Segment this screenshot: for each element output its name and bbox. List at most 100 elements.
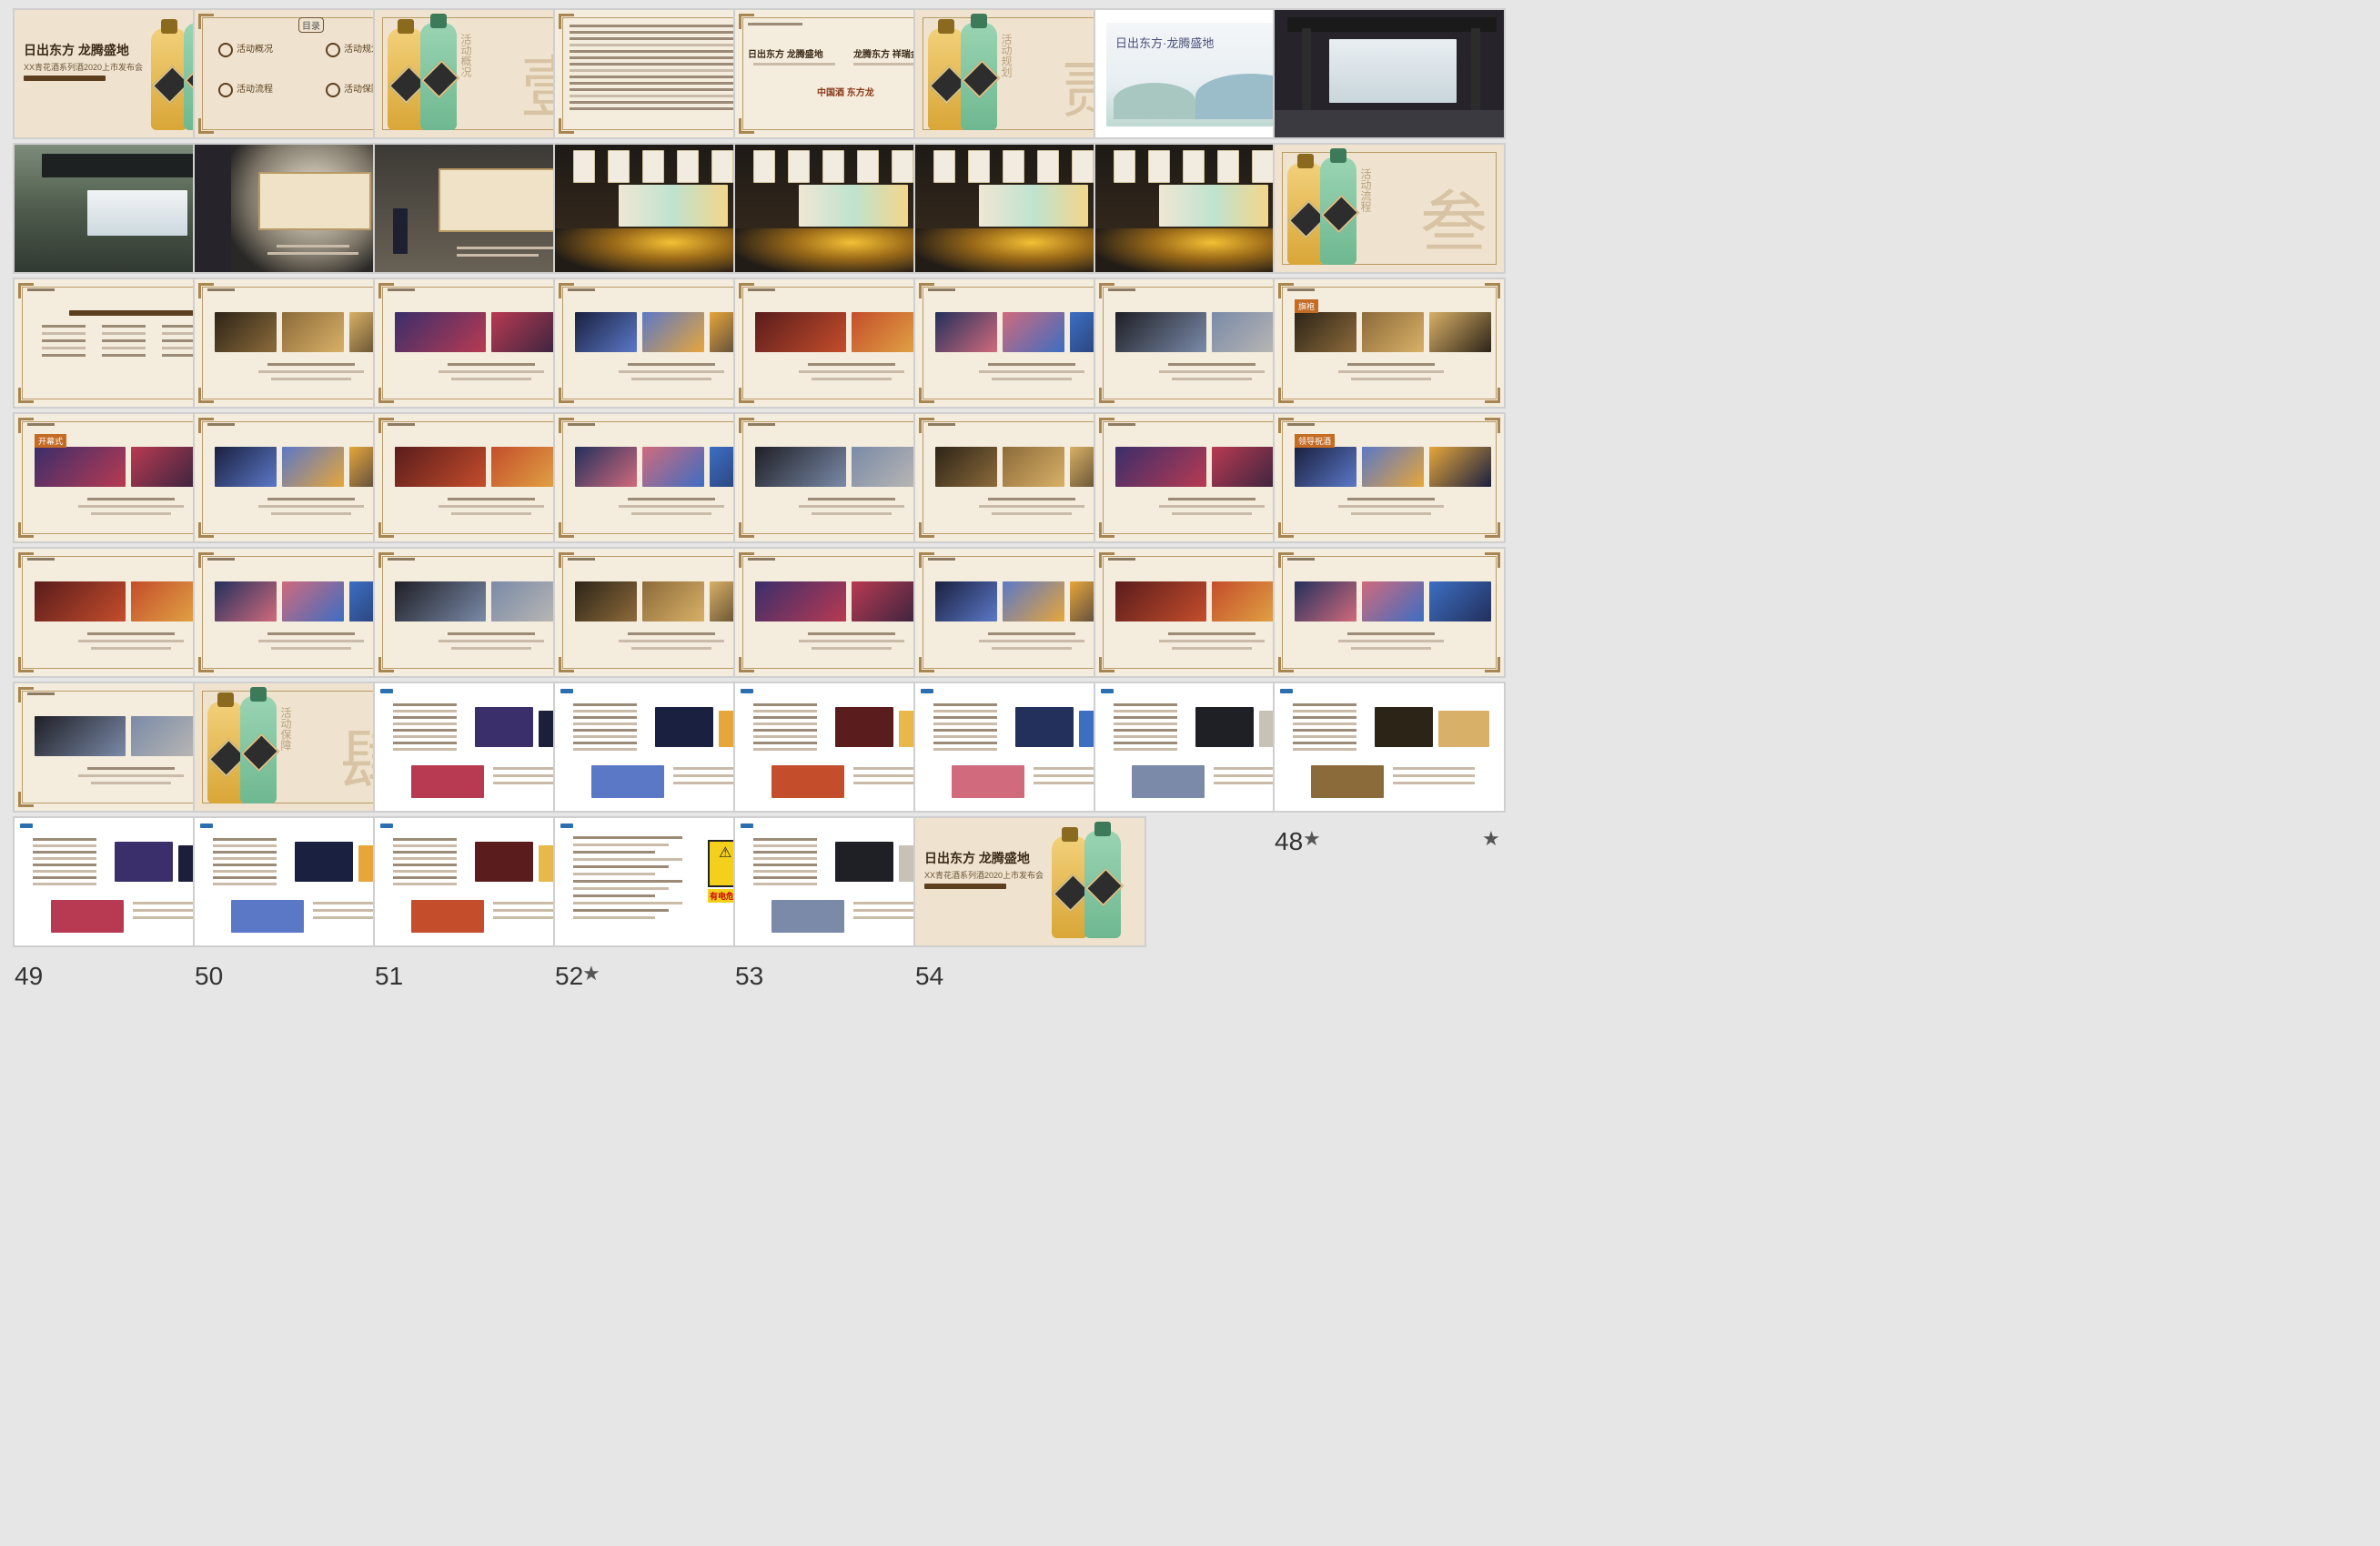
text-line bbox=[1159, 640, 1265, 642]
frame-corner bbox=[919, 657, 934, 672]
text-line bbox=[628, 498, 715, 500]
hanging-panel bbox=[711, 150, 733, 183]
section-label: 活动流程 bbox=[1359, 168, 1372, 212]
slide-thumbnail[interactable]: 旗袍 bbox=[1273, 278, 1506, 409]
text-line bbox=[33, 838, 96, 841]
text-line bbox=[812, 512, 892, 515]
text-line bbox=[619, 505, 724, 508]
warning-triangle: ⚠ bbox=[719, 845, 732, 861]
text-line bbox=[812, 378, 892, 380]
bottle-gold bbox=[1052, 827, 1092, 938]
slide-thumbnail[interactable] bbox=[1273, 547, 1506, 678]
bottle-cap bbox=[1094, 822, 1111, 836]
toc-item-label: 活动概况 bbox=[237, 45, 273, 55]
text-line bbox=[573, 735, 637, 738]
text-line bbox=[213, 883, 277, 885]
text-line bbox=[213, 838, 277, 841]
event-photo bbox=[395, 447, 486, 487]
text-line bbox=[748, 23, 802, 25]
animation-star-icon[interactable]: ★ bbox=[1482, 827, 1500, 851]
text-line bbox=[628, 363, 715, 366]
guarantee-photo bbox=[295, 842, 353, 882]
slide-thumbnail[interactable]: 日出东方 龙腾盛地 XX青花酒系列酒2020上市发布会 bbox=[913, 816, 1146, 947]
slide-number: 48 bbox=[1275, 827, 1304, 855]
text-line bbox=[753, 729, 817, 732]
text-line bbox=[439, 370, 544, 373]
slide-thumbnail[interactable] bbox=[1273, 682, 1506, 813]
guarantee-photo bbox=[655, 707, 713, 747]
text-line bbox=[393, 870, 457, 873]
text-line bbox=[393, 844, 457, 847]
text-line bbox=[753, 876, 817, 879]
hanging-panel bbox=[788, 150, 810, 183]
hanging-panel bbox=[677, 150, 699, 183]
text-line bbox=[393, 703, 457, 706]
text-line bbox=[979, 640, 1084, 642]
text-line bbox=[1114, 748, 1177, 751]
event-photo bbox=[642, 447, 704, 487]
text-line bbox=[1172, 512, 1252, 515]
guarantee-photo bbox=[1375, 707, 1433, 747]
text-line bbox=[570, 95, 744, 97]
text-line bbox=[91, 782, 171, 784]
text-line bbox=[1159, 505, 1265, 508]
text-line bbox=[933, 703, 997, 706]
bottle-gold bbox=[151, 19, 191, 130]
text-line bbox=[33, 864, 96, 866]
toc-item-label: 活动流程 bbox=[237, 85, 273, 95]
hanging-panel bbox=[1252, 150, 1274, 183]
text-line bbox=[91, 647, 171, 650]
text-line bbox=[439, 640, 544, 642]
event-photo bbox=[1115, 447, 1206, 487]
frame-corner bbox=[919, 522, 934, 538]
slide-thumbnail[interactable]: 活动流程 叁 bbox=[1273, 143, 1506, 274]
bottle-cap bbox=[430, 14, 447, 28]
text-line bbox=[799, 640, 904, 642]
text-line bbox=[1293, 703, 1356, 706]
event-photo bbox=[1003, 447, 1064, 487]
frame-corner bbox=[739, 657, 754, 672]
event-photo bbox=[575, 581, 637, 621]
event-photo bbox=[755, 447, 846, 487]
text-line bbox=[1293, 729, 1356, 732]
slide-sorter-grid: 日出东方 龙腾盛地XX青花酒系列酒2020上市发布会1目录活动概况活动规划活动流… bbox=[0, 0, 2380, 1546]
hanging-panel bbox=[573, 150, 595, 183]
bottle-cap bbox=[398, 19, 414, 34]
text-line bbox=[33, 857, 96, 860]
slide-header-mark bbox=[748, 558, 775, 561]
slide-header-mark bbox=[568, 558, 595, 561]
section-numeral: 叁 bbox=[1420, 184, 1488, 262]
slide-thumbnail[interactable] bbox=[1273, 8, 1506, 139]
slide-cell: 日出东方 龙腾盛地 XX青花酒系列酒2020上市发布会 54 bbox=[913, 816, 1150, 1035]
slide-number: 50 bbox=[195, 962, 224, 990]
text-line bbox=[258, 505, 364, 508]
slide-thumbnail[interactable]: 领导祝酒 bbox=[1273, 412, 1506, 543]
text-line bbox=[1114, 735, 1177, 738]
logo-mark bbox=[741, 824, 753, 828]
text-line bbox=[753, 864, 817, 866]
text-line bbox=[42, 332, 86, 335]
text-line bbox=[448, 632, 535, 635]
text-line bbox=[1293, 722, 1356, 725]
guarantee-photo bbox=[952, 765, 1024, 798]
text-line bbox=[753, 710, 817, 712]
event-photo bbox=[1429, 447, 1491, 487]
frame-corner bbox=[1278, 657, 1294, 672]
bottle-cap bbox=[217, 692, 234, 707]
frame-corner bbox=[1278, 522, 1294, 538]
event-photo bbox=[935, 447, 997, 487]
event-photo bbox=[575, 447, 637, 487]
scenic-brand-text: 日出东方·龙腾盛地 bbox=[1115, 36, 1215, 50]
text-line bbox=[1168, 632, 1256, 635]
text-line bbox=[1393, 782, 1475, 784]
frame-corner bbox=[1485, 657, 1500, 672]
text-line bbox=[213, 851, 277, 854]
frame-corner bbox=[18, 522, 34, 538]
banner bbox=[87, 190, 187, 236]
slide-number: 52 bbox=[555, 962, 584, 990]
frame-corner bbox=[198, 388, 214, 403]
backdrop-panel bbox=[1329, 39, 1457, 103]
text-line bbox=[573, 865, 669, 868]
hanging-panel bbox=[1072, 150, 1094, 183]
slide-header-mark bbox=[748, 423, 775, 426]
